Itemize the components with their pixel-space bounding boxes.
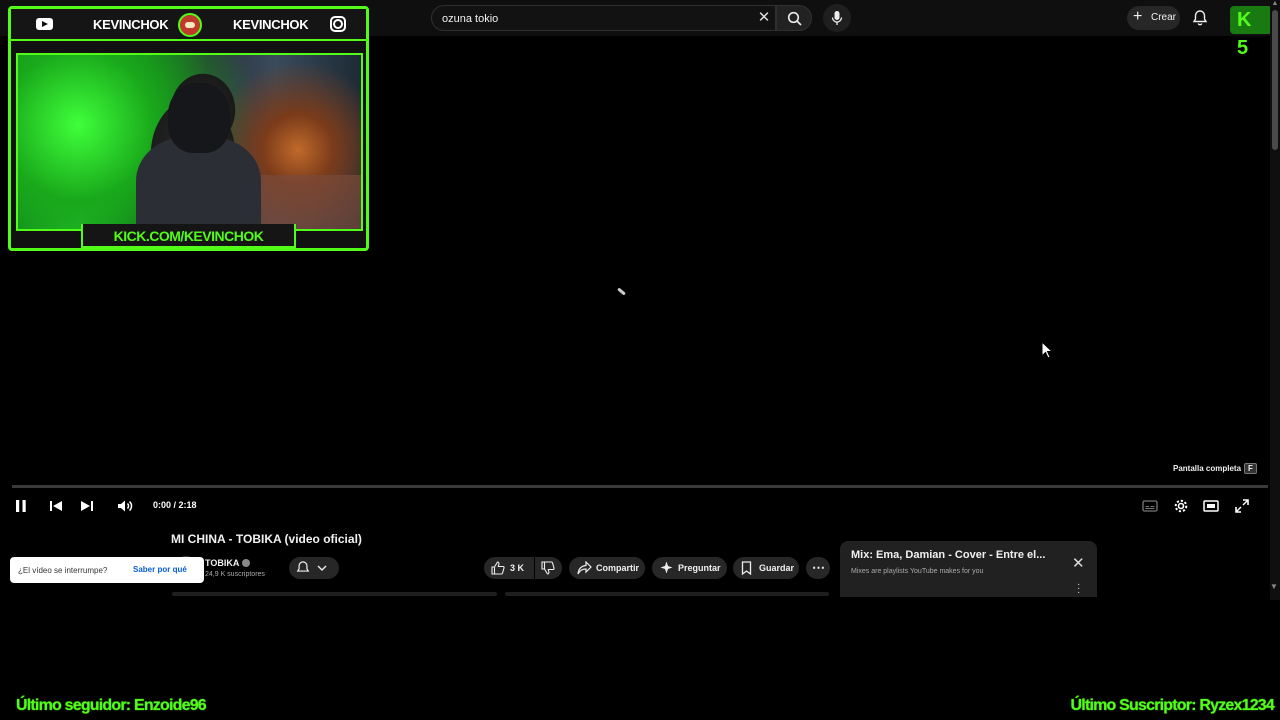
subscription-bell-button[interactable] [289, 557, 339, 579]
mix-playlist-panel[interactable]: Mix: Ema, Damian - Cover - Entre el... M… [840, 541, 1097, 598]
last-follower-label: Último seguidor: Enzoide96 [16, 697, 207, 714]
time-display: 0:00 / 2:18 [153, 500, 197, 510]
like-count: 3 K [510, 563, 525, 573]
share-button[interactable]: Compartir [569, 557, 645, 579]
volume-button[interactable] [116, 497, 134, 515]
voice-search-button[interactable] [823, 4, 851, 32]
learn-why-link[interactable]: Saber por qué [133, 565, 187, 574]
scrollbar-thumb[interactable] [1272, 10, 1278, 150]
subscriber-count: 24,9 K suscriptores [205, 571, 265, 578]
interrupt-tooltip: ¿El vídeo se interrumpe? Saber por qué [10, 557, 204, 583]
kebab-icon[interactable]: · · · [1077, 580, 1080, 598]
channel-name[interactable]: TOBIKA [205, 558, 251, 568]
dislike-button[interactable] [535, 557, 562, 579]
fullscreen-tooltip-text: Pantalla completa [1173, 464, 1242, 473]
plus-icon: + [1133, 8, 1143, 25]
previous-button[interactable] [47, 497, 65, 515]
instagram-icon [330, 16, 346, 32]
next-icon [81, 501, 93, 511]
previous-icon [50, 501, 62, 511]
like-icon [491, 561, 505, 575]
mix-title[interactable]: Mix: Ema, Damian - Cover - Entre el... [851, 549, 1045, 561]
kick-url: KICK.COM/KEVINCHOK [113, 228, 264, 244]
search-button[interactable] [776, 5, 812, 31]
search-icon [787, 11, 802, 26]
last-subscriber-label: Último Suscriptor: Ryzex1234 [1070, 697, 1275, 714]
fullscreen-tooltip: Pantalla completa F [1173, 463, 1257, 474]
placeholder-bar [505, 592, 829, 596]
miniplayer-button[interactable] [1202, 497, 1220, 515]
settings-icon [1174, 499, 1188, 513]
settings-button[interactable] [1172, 497, 1190, 515]
webcam-footer: KICK.COM/KEVINCHOK [11, 224, 366, 248]
placeholder-bar [172, 592, 497, 596]
mouse-cursor [1041, 341, 1053, 359]
video-title: MI CHINA - TOBIKA (video oficial) [171, 532, 362, 546]
fullscreen-key: F [1244, 463, 1257, 474]
scroll-down-arrow[interactable]: ▼ [1268, 582, 1280, 592]
pause-button[interactable] [12, 497, 30, 515]
webcam-header: KEVINCHOK KEVINCHOK [11, 9, 366, 41]
create-label: Crear [1151, 12, 1177, 23]
scroll-up-arrow[interactable]: ▲ [1270, 0, 1280, 8]
fullscreen-button[interactable] [1233, 497, 1251, 515]
bookmark-icon [741, 561, 752, 575]
subtitles-icon [1142, 500, 1158, 512]
search-box[interactable] [431, 5, 776, 31]
create-button[interactable]: + Crear [1127, 6, 1180, 30]
youtube-handle: KEVINCHOK [93, 17, 169, 32]
fullscreen-icon [1235, 499, 1249, 513]
youtube-icon [36, 18, 53, 30]
miniplayer-icon [1203, 500, 1219, 512]
loading-spinner [617, 287, 626, 296]
sparkle-icon [660, 561, 673, 574]
notifications-button[interactable] [1192, 9, 1208, 32]
next-button[interactable] [78, 497, 96, 515]
play-pause-icon [16, 500, 26, 512]
ask-label: Preguntar [678, 563, 721, 573]
mic-icon [831, 11, 843, 25]
share-icon [577, 561, 592, 575]
mix-subtitle: Mixes are playlists YouTube makes for yo… [851, 568, 984, 575]
more-actions-button[interactable]: ⋯ [806, 557, 830, 579]
channel-name-text[interactable]: TOBIKA [205, 558, 239, 568]
interrupt-question: ¿El vídeo se interrumpe? [18, 566, 108, 575]
kick-logo: K 5 [1230, 6, 1272, 59]
subtitles-button[interactable] [1141, 497, 1159, 515]
bell-icon [1192, 10, 1208, 26]
save-label: Guardar [759, 563, 795, 573]
more-icon: ⋯ [812, 560, 825, 575]
search-input[interactable] [442, 11, 742, 27]
close-icon[interactable]: ✕ [1072, 554, 1085, 572]
like-button[interactable]: 3 K [484, 557, 534, 579]
save-button[interactable]: Guardar [733, 557, 799, 579]
dislike-icon [541, 561, 555, 575]
volume-icon [118, 500, 133, 512]
share-label: Compartir [596, 563, 640, 573]
instagram-handle: KEVINCHOK [233, 17, 309, 32]
verified-icon [242, 559, 251, 567]
bell-icon [296, 561, 310, 572]
webcam-overlay: KEVINCHOK KEVINCHOK KICK.COM/KEVINCHOK [8, 6, 369, 251]
mascot-icon [178, 13, 202, 37]
chevron-down-icon [317, 565, 327, 571]
webcam-feed [16, 53, 363, 231]
progress-bar[interactable] [12, 485, 1268, 488]
clear-icon[interactable]: ✕ [754, 8, 774, 28]
ask-button[interactable]: Preguntar [652, 557, 727, 579]
